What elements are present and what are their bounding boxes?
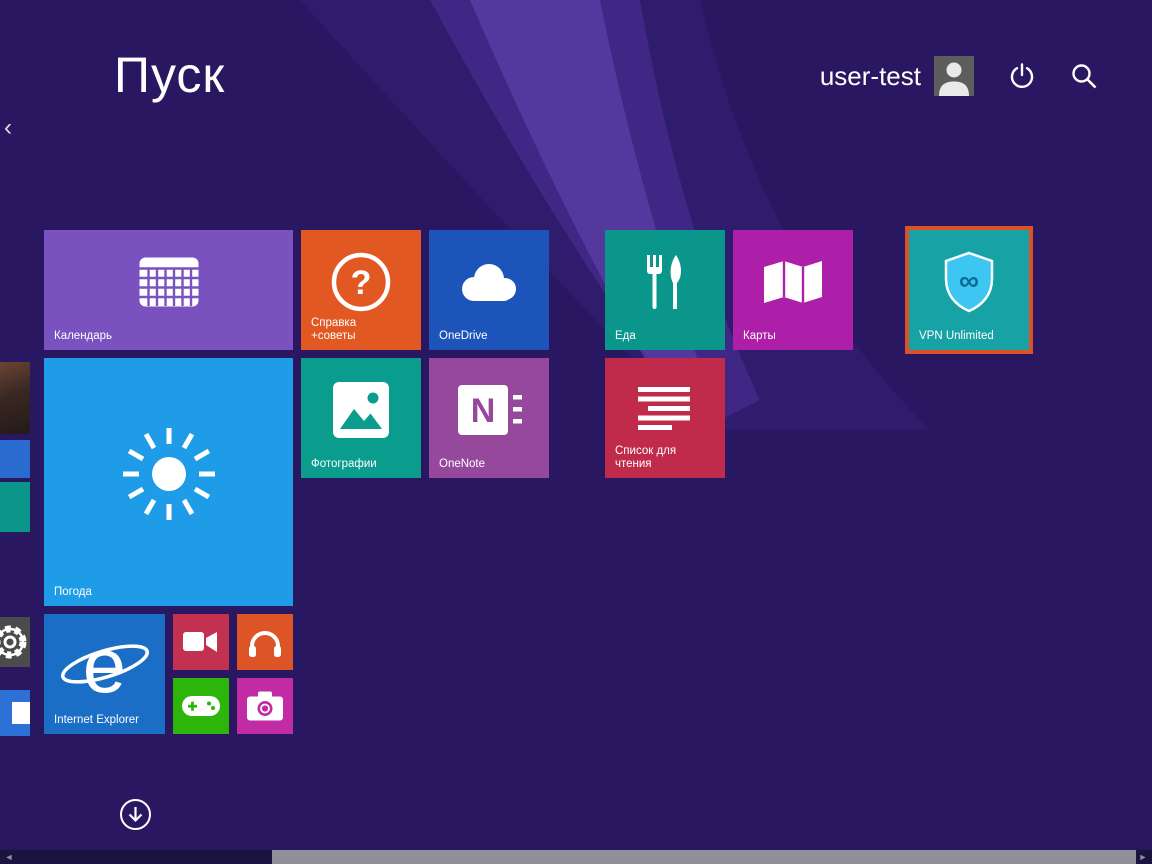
tile-weather[interactable]: Погода: [44, 358, 293, 606]
tile-label: VPN Unlimited: [919, 330, 994, 343]
tile-maps[interactable]: Карты: [733, 230, 853, 350]
scroll-left-indicator[interactable]: ‹: [4, 114, 12, 142]
tile-vpn-unlimited[interactable]: ∞ VPN Unlimited: [909, 230, 1029, 350]
svg-text:?: ?: [351, 264, 372, 302]
horizontal-scrollbar[interactable]: ◄ ►: [0, 850, 1152, 864]
tile-games[interactable]: [173, 678, 229, 734]
question-mark-icon: ?: [330, 251, 392, 313]
tile-calendar[interactable]: Календарь: [44, 230, 293, 350]
tile-label: OneNote: [439, 458, 485, 471]
scrollbar-thumb[interactable]: [272, 850, 1136, 864]
photo-thumbnail: [0, 362, 30, 434]
tile-music[interactable]: [237, 614, 293, 670]
tile-partial-settings[interactable]: [0, 617, 30, 667]
tile-partial-teal[interactable]: [0, 482, 30, 532]
scroll-left-arrow[interactable]: ◄: [1, 850, 17, 864]
game-controller-icon: [182, 693, 220, 719]
gear-icon: [0, 620, 30, 664]
user-name: user-test: [820, 61, 921, 92]
scroll-right-arrow[interactable]: ►: [1135, 850, 1151, 864]
ie-icon: e: [55, 624, 155, 708]
map-icon: [762, 259, 824, 305]
tile-onedrive[interactable]: OneDrive: [429, 230, 549, 350]
calendar-icon: [139, 257, 199, 307]
sun-icon: [117, 422, 221, 526]
tile-partial-document[interactable]: [0, 690, 30, 736]
search-button[interactable]: [1070, 62, 1098, 90]
svg-text:N: N: [471, 392, 496, 430]
cloud-icon: [456, 259, 522, 305]
tile-label: Internet Explorer: [54, 714, 139, 727]
fork-knife-icon: [638, 253, 692, 311]
tile-camera[interactable]: [237, 678, 293, 734]
tile-label: Календарь: [54, 330, 112, 343]
tile-reading-list[interactable]: Список для чтения: [605, 358, 725, 478]
power-icon: [1008, 62, 1036, 90]
search-icon: [1070, 62, 1098, 90]
svg-text:∞: ∞: [959, 265, 979, 296]
user-silhouette-icon: [934, 56, 974, 96]
headphones-icon: [248, 626, 282, 658]
tile-label: Погода: [54, 586, 92, 599]
onenote-icon: N: [456, 383, 522, 437]
video-camera-icon: [183, 628, 219, 656]
tile-label: Карты: [743, 330, 776, 343]
tile-help-tips[interactable]: ? Справка +советы: [301, 230, 421, 350]
vpn-shield-icon: ∞: [940, 251, 998, 313]
power-button[interactable]: [1008, 62, 1036, 90]
tile-label: Список для чтения: [615, 445, 691, 471]
tile-food[interactable]: Еда: [605, 230, 725, 350]
photo-icon: [333, 382, 389, 438]
page-title: Пуск: [114, 46, 225, 104]
tile-video[interactable]: [173, 614, 229, 670]
tile-partial-photo[interactable]: [0, 362, 30, 434]
apps-view-button[interactable]: [119, 798, 152, 831]
tile-partial-blue[interactable]: [0, 440, 30, 478]
avatar: [934, 56, 974, 96]
start-screen: Пуск user-test ‹: [0, 0, 1152, 864]
down-arrow-icon: [119, 798, 152, 831]
tile-label: OneDrive: [439, 330, 488, 343]
tile-label: Еда: [615, 330, 636, 343]
document-icon: [12, 702, 30, 724]
camera-icon: [247, 692, 283, 721]
tile-label: Фотографии: [311, 458, 377, 471]
tile-onenote[interactable]: N OneNote: [429, 358, 549, 478]
user-account-button[interactable]: user-test: [820, 56, 974, 96]
tile-photos[interactable]: Фотографии: [301, 358, 421, 478]
list-lines-icon: [638, 387, 692, 433]
tile-internet-explorer[interactable]: e Internet Explorer: [44, 614, 165, 734]
header-actions: user-test: [820, 56, 1098, 96]
tile-label: Справка +советы: [311, 317, 387, 343]
